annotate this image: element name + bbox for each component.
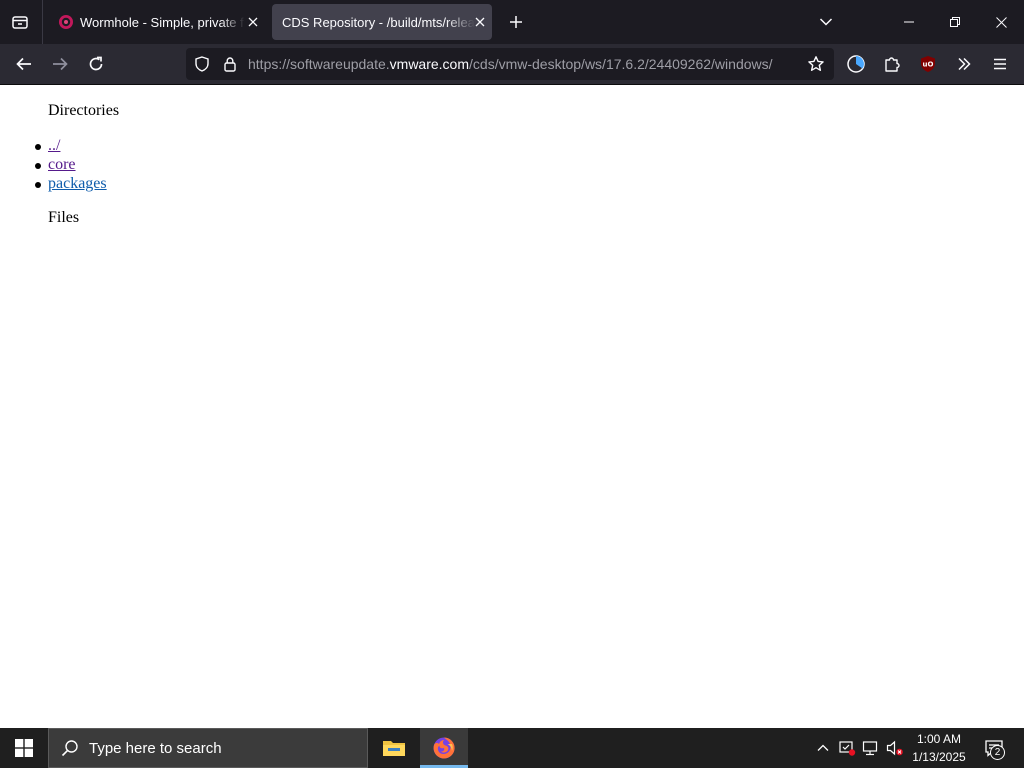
start-button[interactable] bbox=[0, 728, 48, 768]
restore-icon bbox=[950, 17, 960, 27]
firefox-taskbar-button[interactable] bbox=[420, 728, 468, 768]
shield-icon[interactable] bbox=[194, 56, 210, 72]
tab-cds-repository[interactable]: CDS Repository - /build/mts/release/bora… bbox=[272, 4, 492, 40]
tab-title: CDS Repository - /build/mts/release/bora… bbox=[282, 14, 475, 30]
reload-icon bbox=[89, 56, 103, 71]
close-icon bbox=[475, 17, 485, 27]
svg-text:uO: uO bbox=[923, 61, 934, 69]
wormhole-icon bbox=[59, 15, 73, 29]
star-icon bbox=[808, 56, 824, 71]
hamburger-icon bbox=[994, 58, 1006, 70]
more-tools-button[interactable] bbox=[948, 48, 980, 80]
puzzle-icon bbox=[885, 57, 900, 72]
bookmark-button[interactable] bbox=[800, 48, 832, 80]
list-item: ../ bbox=[35, 137, 107, 156]
taskbar: Type here to search 1:00 AM 1/13/2025 2 bbox=[0, 728, 1024, 768]
search-icon bbox=[61, 740, 78, 757]
packages-directory-link[interactable]: packages bbox=[48, 175, 107, 192]
restore-button[interactable] bbox=[932, 0, 978, 44]
tab-title: Wormhole - Simple, private file sharing bbox=[80, 14, 245, 30]
timer-extension-icon bbox=[847, 55, 865, 73]
back-arrow-icon bbox=[16, 57, 31, 71]
reload-button[interactable] bbox=[80, 48, 112, 80]
ublock-icon: uO bbox=[921, 56, 935, 72]
list-item: core bbox=[35, 156, 107, 175]
open-menu-button[interactable] bbox=[984, 48, 1016, 80]
new-tab-button[interactable] bbox=[500, 6, 532, 38]
network-tray[interactable] bbox=[860, 734, 882, 762]
url-host: vmware.com bbox=[389, 56, 470, 72]
chevron-up-icon bbox=[817, 744, 829, 751]
files-heading: Files bbox=[48, 209, 80, 226]
url-scheme: https:// bbox=[248, 56, 291, 72]
taskbar-clock[interactable]: 1:00 AM 1/13/2025 bbox=[906, 730, 972, 766]
url-bar[interactable]: https://softwareupdate.vmware.com/cds/vm… bbox=[186, 48, 834, 80]
tab-separator bbox=[42, 0, 43, 44]
extensions-button[interactable] bbox=[876, 48, 908, 80]
clock-date: 1/13/2025 bbox=[912, 750, 966, 764]
folder-icon bbox=[383, 741, 405, 756]
tab-list-button[interactable] bbox=[4, 6, 36, 38]
close-tab-button[interactable] bbox=[475, 12, 486, 32]
windows-logo-icon bbox=[15, 739, 33, 757]
windows-security-tray[interactable] bbox=[836, 734, 858, 762]
ublock-origin-button[interactable]: uO bbox=[912, 48, 944, 80]
file-explorer-taskbar-button[interactable] bbox=[374, 728, 414, 768]
clock-time: 1:00 AM bbox=[916, 732, 962, 746]
url-subdomain: softwareupdate. bbox=[290, 56, 390, 72]
volume-muted-icon bbox=[886, 740, 903, 756]
url-text[interactable]: https://softwareupdate.vmware.com/cds/vm… bbox=[248, 48, 773, 80]
volume-tray[interactable] bbox=[884, 734, 906, 762]
network-icon bbox=[862, 741, 878, 756]
directory-list: ../ core packages bbox=[35, 137, 107, 194]
lock-icon[interactable] bbox=[222, 56, 238, 72]
forward-arrow-icon bbox=[53, 57, 68, 71]
show-hidden-icons-button[interactable] bbox=[812, 734, 834, 762]
close-window-button[interactable] bbox=[978, 0, 1024, 44]
taskbar-search-box[interactable]: Type here to search bbox=[48, 728, 368, 768]
extension-button[interactable] bbox=[840, 48, 872, 80]
action-center-button[interactable]: 2 bbox=[978, 732, 1010, 764]
parent-directory-link[interactable]: ../ bbox=[48, 137, 60, 154]
directories-heading: Directories bbox=[48, 102, 120, 119]
plus-icon bbox=[510, 16, 522, 28]
minimize-button[interactable] bbox=[886, 0, 932, 44]
notification-count-badge: 2 bbox=[990, 745, 1005, 760]
chevron-double-right-icon bbox=[958, 57, 971, 71]
security-alert-icon bbox=[839, 741, 856, 756]
page-content: Directories ../ core packages Files bbox=[0, 85, 1024, 728]
core-directory-link[interactable]: core bbox=[48, 156, 76, 173]
close-tab-button[interactable] bbox=[245, 12, 260, 32]
close-icon bbox=[995, 16, 1007, 28]
firefox-icon bbox=[433, 737, 455, 759]
tab-strip: Wormhole - Simple, private file sharing … bbox=[0, 0, 1024, 44]
url-path: /cds/vmw-desktop/ws/17.6.2/24409262/wind… bbox=[469, 56, 773, 72]
forward-button[interactable] bbox=[44, 48, 76, 80]
list-item: packages bbox=[35, 175, 107, 194]
tab-wormhole[interactable]: Wormhole - Simple, private file sharing bbox=[50, 4, 266, 40]
minimize-icon bbox=[904, 21, 914, 23]
tab-list-icon bbox=[12, 16, 28, 29]
navigation-toolbar: https://softwareupdate.vmware.com/cds/vm… bbox=[0, 44, 1024, 85]
search-placeholder: Type here to search bbox=[89, 739, 222, 757]
list-all-tabs-button[interactable] bbox=[810, 6, 842, 38]
chevron-down-icon bbox=[819, 18, 833, 26]
back-button[interactable] bbox=[8, 48, 40, 80]
close-icon bbox=[248, 17, 258, 27]
